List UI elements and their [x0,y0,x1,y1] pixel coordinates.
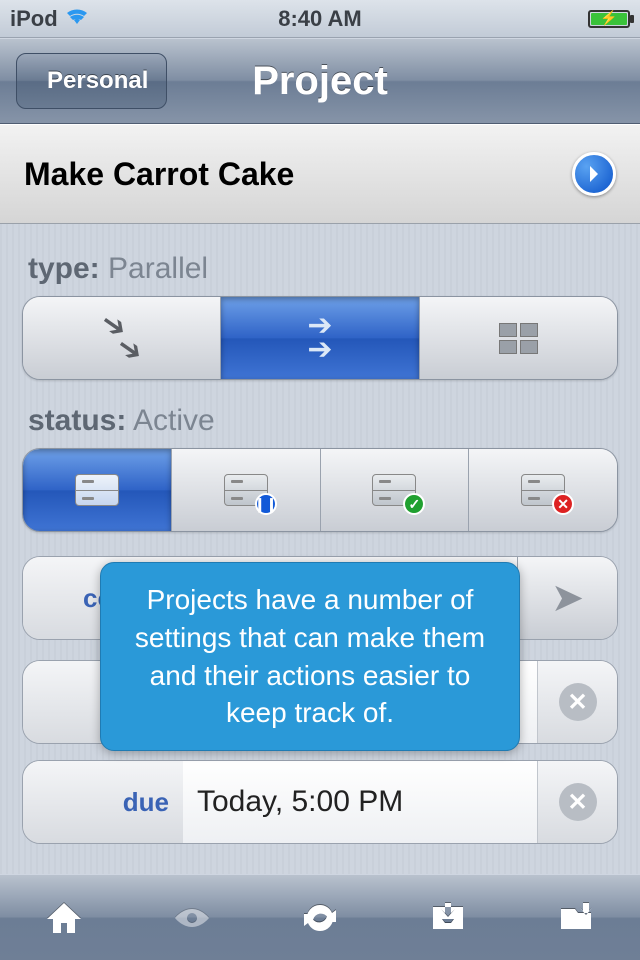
home-icon [43,897,85,939]
pause-badge-icon: ❙❙ [255,493,277,515]
sequential-icon: ➔ ➔ [109,321,134,359]
type-label: type: Parallel [28,252,618,286]
parallel-icon: ➔➔ [307,317,332,359]
type-option-single-actions[interactable] [420,297,617,379]
page-title: Project [0,59,640,104]
clear-start-button[interactable]: ✕ [537,661,617,743]
clear-due-button[interactable]: ✕ [537,761,617,843]
bottom-toolbar [0,874,640,960]
drawer-icon: ✓ [372,474,416,506]
detail-disclosure-button[interactable] [572,152,616,196]
due-value[interactable]: Today, 5:00 PM [183,761,537,843]
drawer-icon [75,474,119,506]
status-bar: iPod 8:40 AM ⚡ [0,0,640,38]
toolbar-view-button[interactable] [164,890,220,946]
type-option-parallel[interactable]: ➔➔ [221,297,419,379]
status-segmented-control: ❙❙ ✓ ✕ [22,448,618,532]
inbox-icon [427,897,469,939]
status-label: status: Active [28,404,618,438]
eye-icon [171,897,213,939]
status-option-dropped[interactable]: ✕ [469,449,617,531]
check-badge-icon: ✓ [403,493,425,515]
project-title-row[interactable]: Make Carrot Cake [0,124,640,224]
clock: 8:40 AM [0,6,640,32]
sync-icon [299,897,341,939]
toolbar-inbox-button[interactable] [420,890,476,946]
single-actions-icon [499,323,538,354]
arrow-right-icon: ➤ [551,586,585,610]
wifi-icon [64,5,90,33]
device-label: iPod [10,6,58,32]
due-label: due [23,761,183,843]
toolbar-home-button[interactable] [36,890,92,946]
status-option-completed[interactable]: ✓ [321,449,470,531]
type-option-sequential[interactable]: ➔ ➔ [23,297,221,379]
clear-icon: ✕ [559,683,597,721]
x-badge-icon: ✕ [552,493,574,515]
status-option-active[interactable] [23,449,172,531]
toolbar-sync-button[interactable] [292,890,348,946]
due-date-row: due Today, 5:00 PM ✕ [22,760,618,844]
nav-bar: Personal Project [0,38,640,124]
drawer-icon: ✕ [521,474,565,506]
toolbar-move-button[interactable] [548,890,604,946]
drawer-icon: ❙❙ [224,474,268,506]
chevron-right-icon [584,164,604,184]
clear-icon: ✕ [559,783,597,821]
hint-tooltip[interactable]: Projects have a number of settings that … [100,562,520,751]
type-segmented-control: ➔ ➔ ➔➔ [22,296,618,380]
move-to-icon [555,897,597,939]
context-go-button[interactable]: ➤ [517,557,617,639]
battery-icon: ⚡ [588,10,630,28]
project-name: Make Carrot Cake [24,156,294,193]
status-option-on-hold[interactable]: ❙❙ [172,449,321,531]
